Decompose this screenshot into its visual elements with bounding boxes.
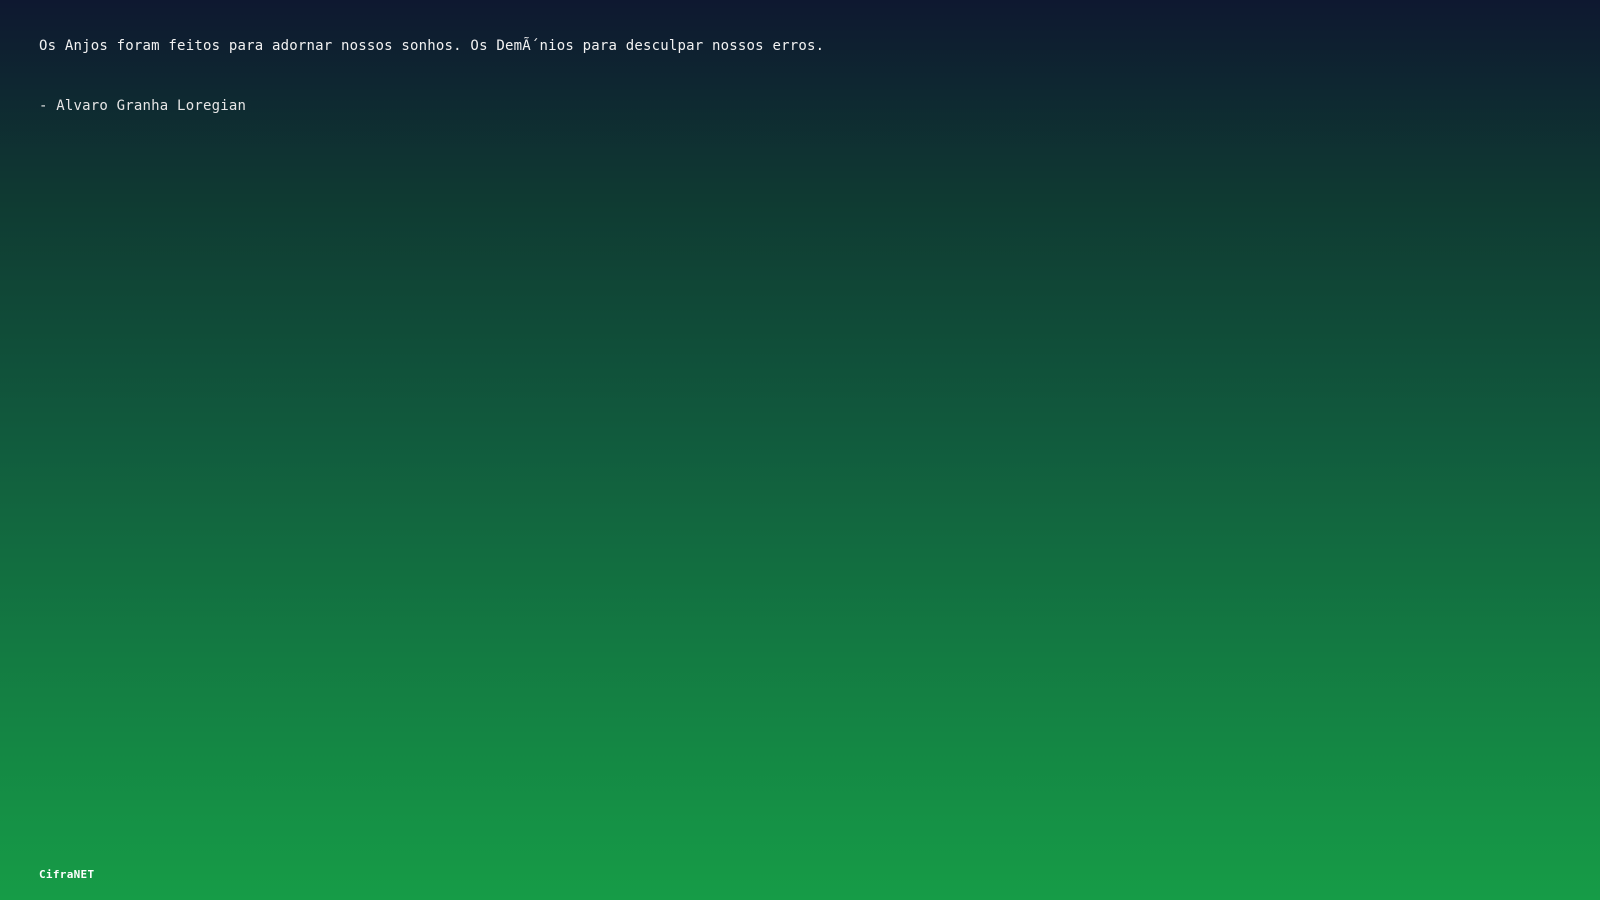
screen: { "quote": { "text": "Os Anjos foram fei… [0, 0, 1600, 900]
brand-label: CifraNET [39, 868, 95, 881]
quote-author: - Alvaro Granha Loregian [39, 98, 247, 114]
quote-text: Os Anjos foram feitos para adornar nosso… [39, 38, 825, 54]
